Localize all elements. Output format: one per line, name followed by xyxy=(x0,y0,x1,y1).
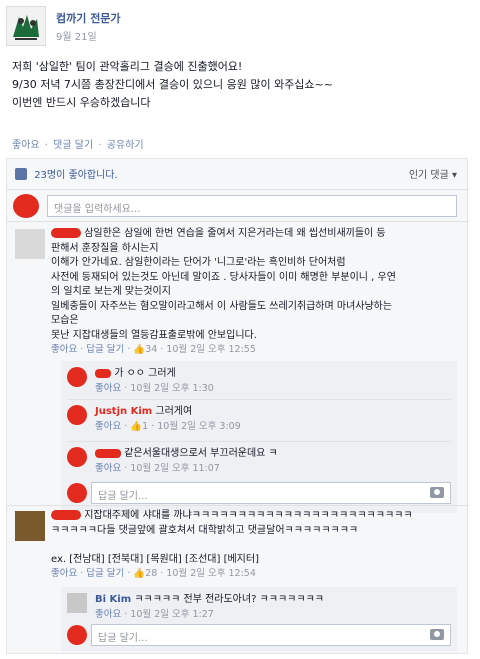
thumbs-up-icon xyxy=(15,167,27,180)
like-count[interactable]: 1 xyxy=(142,421,148,432)
sort-dropdown[interactable]: 인기 댓글 ▾ xyxy=(409,166,457,181)
comment-line: ex. [전남대] [전북대] [목원대] [조선대] [베지터] xyxy=(51,553,259,565)
reply-meta: 좋아요 · 👍1 · 10월 2일 오후 3:09 xyxy=(95,421,241,432)
comment-line: 이해가 안가네요. 삼일한이라는 단어가 '니그로'라는 흑인비하 단어처럼 xyxy=(51,257,346,268)
redacted-avatar xyxy=(67,447,87,467)
like-link[interactable]: 좋아요 xyxy=(51,568,77,579)
comment-line: 판해서 훈장질을 하시는지 xyxy=(51,242,159,254)
reply-meta: 좋아요 · 10월 2일 오후 11:07 xyxy=(95,463,220,474)
comment-input[interactable]: 댓글을 입력하세요... xyxy=(47,195,457,217)
redacted-avatar xyxy=(67,625,87,645)
like-link[interactable]: 좋아요 xyxy=(95,383,121,394)
post-body: 저희 '삼일한' 팀이 관악홀리그 결승에 진출했어요! 9/30 저녁 7시쯤… xyxy=(12,58,462,112)
redacted-name xyxy=(95,448,121,458)
comment-line: 못난 지잡대생들의 열등감표출로밖에 안보입니다. xyxy=(51,329,257,341)
comment-date[interactable]: 10월 2일 오후 12:54 xyxy=(166,568,256,579)
like-count[interactable]: 34 xyxy=(145,344,157,355)
camera-icon[interactable] xyxy=(430,629,444,640)
post-actions: 좋아요 · 댓글 달기 · 공유하기 xyxy=(12,136,144,151)
thumbs-up-icon: 👍 xyxy=(133,568,146,579)
comment-line: 모습은 xyxy=(51,315,79,326)
thumbs-up-icon: 👍 xyxy=(133,344,146,355)
redacted-avatar xyxy=(67,405,87,425)
redacted-avatar xyxy=(67,483,87,503)
reply-meta: 좋아요 · 10월 2일 오후 1:27 xyxy=(95,609,214,620)
reply-placeholder: 답글 달기... xyxy=(98,633,148,644)
redacted-avatar xyxy=(13,194,39,218)
redacted-name xyxy=(51,510,81,520)
post-line: 9/30 저녁 7시쯤 총장잔디에서 결승이 있으니 응원 많이 와주십쇼~~ xyxy=(12,78,333,91)
comment-input-row: 댓글을 입력하세요... xyxy=(7,189,469,221)
reply-date[interactable]: 10월 2일 오후 3:09 xyxy=(157,421,241,432)
reply-date[interactable]: 10월 2일 오후 11:07 xyxy=(130,463,220,474)
reply-date[interactable]: 10월 2일 오후 1:30 xyxy=(130,383,214,394)
comments-panel: 23명이 좋아합니다. 인기 댓글 ▾ 댓글을 입력하세요... 삼일한은 삼일… xyxy=(6,158,469,654)
facebook-post: 컴까기 전문가 9월 21일 저희 '삼일한' 팀이 관악홀리그 결승에 진출했… xyxy=(0,0,480,659)
share-button[interactable]: 공유하기 xyxy=(107,140,144,151)
likes-summary: 23명이 좋아합니다. 인기 댓글 ▾ xyxy=(15,166,461,186)
reply-placeholder: 답글 달기... xyxy=(98,491,148,502)
thumbs-up-icon: 👍 xyxy=(130,421,143,432)
comment: 지잡대주제에 샤대를 까냐ㅋㅋㅋㅋㅋㅋㅋㅋㅋㅋㅋㅋㅋㅋㅋㅋㅋㅋㅋㅋㅋㅋㅋㅋ ㅋㅋ… xyxy=(51,509,463,582)
like-count[interactable]: 28 xyxy=(145,568,157,579)
like-link[interactable]: 좋아요 xyxy=(51,344,77,355)
redacted-name xyxy=(51,228,81,238)
reply-input[interactable]: 답글 달기... xyxy=(91,624,451,646)
reply-text: 같은서울대생으로서 부끄러운데요 ㅋ xyxy=(124,448,278,459)
replies-block: Bi Kim ㅋㅋㅋㅋㅋ 전부 전라도아녀? ㅋㅋㅋㅋㅋㅋㅋ 좋아요 · 10월… xyxy=(61,587,457,651)
reply-link[interactable]: 답글 달기 xyxy=(86,568,124,579)
reply-author[interactable]: Bi Kim xyxy=(95,594,131,605)
like-link[interactable]: 좋아요 xyxy=(95,609,121,620)
camera-icon[interactable] xyxy=(430,487,444,498)
separator: · xyxy=(98,140,102,151)
reply-author[interactable]: Justjn Kim xyxy=(95,406,152,417)
comment: 삼일한은 삼일에 한번 연습을 줄여서 지은거라는데 왜 씹선비새끼들이 등 판… xyxy=(51,227,463,358)
replies-block: 가 ㅇㅇ 그러게 좋아요 · 10월 2일 오후 1:30 Justjn Kim… xyxy=(61,361,457,513)
page-logo-icon[interactable] xyxy=(6,6,46,46)
like-button[interactable]: 좋아요 xyxy=(12,140,40,151)
reply-date[interactable]: 10월 2일 오후 1:27 xyxy=(130,609,214,620)
comment-button[interactable]: 댓글 달기 xyxy=(53,140,93,151)
comment-line: ㅋㅋㅋㅋㅋ다들 댓글앞에 괄호쳐서 대학밝히고 댓글달어ㅋㅋㅋㅋㅋㅋㅋㅋ xyxy=(51,524,359,536)
reply-meta: 좋아요 · 10월 2일 오후 1:30 xyxy=(95,383,214,394)
comment-date[interactable]: 10월 2일 오후 12:55 xyxy=(166,344,256,355)
comment-line xyxy=(51,538,463,553)
post-line: 이번엔 반드시 우승하겠습니다 xyxy=(12,96,151,109)
comment-meta: 좋아요 · 답글 달기 · 👍34 · 10월 2일 오후 12:55 xyxy=(51,344,256,355)
reply-link[interactable]: 답글 달기 xyxy=(86,344,124,355)
avatar[interactable] xyxy=(15,229,45,259)
comment-line: 일베충들이 자주쓰는 혐오말이라고해서 이 사람들도 쓰레기취급하며 마녀사냥하… xyxy=(51,300,393,312)
reply-text: ㅋㅋㅋㅋㅋ 전부 전라도아녀? ㅋㅋㅋㅋㅋㅋㅋ xyxy=(134,594,324,605)
comment-line: 사전에 등재되어 있는것도 아닌데 말이죠 . 당사자들이 이미 해명한 부분이… xyxy=(51,271,396,283)
separator: · xyxy=(44,140,48,151)
reply-text: 가 ㅇㅇ 그러게 xyxy=(114,368,176,379)
post-line: 저희 '삼일한' 팀이 관악홀리그 결승에 진출했어요! xyxy=(12,60,243,73)
redacted-avatar xyxy=(67,367,87,387)
avatar[interactable] xyxy=(67,593,87,613)
comment-meta: 좋아요 · 답글 달기 · 👍28 · 10월 2일 오후 12:54 xyxy=(51,568,256,579)
post-date[interactable]: 9월 21일 xyxy=(56,28,97,43)
redacted-name xyxy=(95,368,111,378)
comment-line: 의 일치로 보는게 맞는것이지 xyxy=(51,286,171,297)
likes-count[interactable]: 23명이 좋아합니다. xyxy=(34,170,117,181)
reply-input[interactable]: 답글 달기... xyxy=(91,482,451,504)
avatar[interactable] xyxy=(15,511,45,541)
comment-line: 지잡대주제에 샤대를 까냐ㅋㅋㅋㅋㅋㅋㅋㅋㅋㅋㅋㅋㅋㅋㅋㅋㅋㅋㅋㅋㅋㅋㅋㅋ xyxy=(84,510,413,521)
like-link[interactable]: 좋아요 xyxy=(95,421,121,432)
like-link[interactable]: 좋아요 xyxy=(95,463,121,474)
post-author[interactable]: 컴까기 전문가 xyxy=(56,10,121,26)
reply-text: 그러게여 xyxy=(155,406,193,417)
comment-line: 삼일한은 삼일에 한번 연습을 줄여서 지은거라는데 왜 씹선비새끼들이 등 xyxy=(84,228,386,239)
